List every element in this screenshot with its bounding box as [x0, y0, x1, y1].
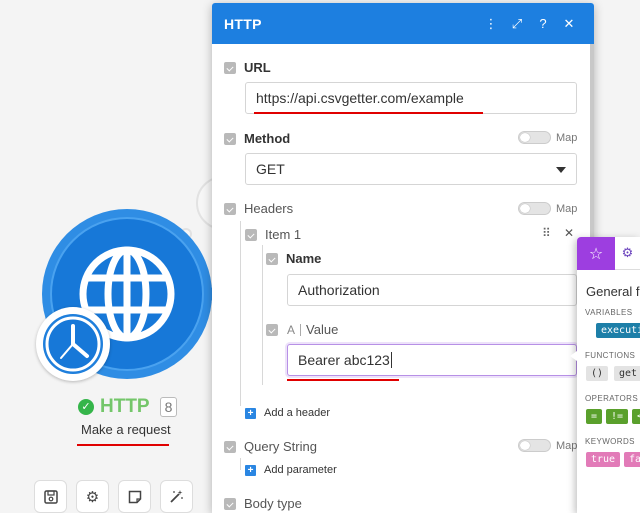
item-1-collapse-checkbox[interactable] [245, 228, 257, 241]
help-icon[interactable]: ? [530, 16, 556, 31]
header-item-1[interactable]: Item 1 [245, 227, 301, 242]
query-section-header[interactable]: Query String [224, 439, 317, 454]
operator-pill-less[interactable]: < [632, 409, 640, 424]
schedule-clock-badge[interactable] [36, 307, 110, 381]
query-label: Query String [244, 439, 317, 454]
gear-icon: ⚙ [85, 488, 100, 506]
headers-map-switch[interactable] [518, 202, 551, 215]
drag-handle-icon[interactable]: ⠿ [542, 226, 551, 240]
plus-icon: + [245, 464, 256, 476]
body-label: Body type [244, 496, 302, 511]
mapping-panel: ☆ ⚙ General f VARIABLES executi FUNCTION… [577, 237, 640, 513]
more-options-icon[interactable]: ⋮ [478, 16, 504, 32]
query-tree-line [240, 458, 241, 470]
chevron-down-icon [556, 167, 566, 173]
header-value-row[interactable]: A Value [266, 322, 338, 337]
note-icon [128, 490, 141, 503]
function-pill-get[interactable]: get [614, 366, 640, 381]
functions-section-label: FUNCTIONS [585, 351, 636, 360]
url-underline [254, 112, 483, 114]
add-header-label: Add a header [264, 407, 331, 419]
http-module-panel: HTTP ⋮ ⤢ ? ✕ URL https://api.csvgetter.c… [212, 3, 594, 513]
module-subtitle: Make a request [81, 422, 171, 437]
url-section-header[interactable]: URL [224, 60, 271, 75]
notes-button[interactable] [118, 480, 151, 513]
panel-header: HTTP ⋮ ⤢ ? ✕ [212, 3, 594, 44]
headers-section-header[interactable]: Headers [224, 201, 293, 216]
operator-pill-equals[interactable]: = [586, 409, 603, 424]
method-map-switch[interactable] [518, 131, 551, 144]
star-icon: ☆ [588, 245, 604, 263]
method-select-value: GET [256, 161, 285, 177]
add-parameter-button[interactable]: + Add parameter [245, 464, 337, 476]
remove-item-icon[interactable]: ✕ [564, 226, 574, 240]
value-collapse-checkbox[interactable] [266, 323, 278, 336]
text-cursor [390, 352, 392, 368]
method-label: Method [244, 131, 291, 146]
header-name-row[interactable]: Name [266, 251, 321, 266]
url-input[interactable]: https://api.csvgetter.com/example [245, 82, 577, 114]
operator-pill-not-equals[interactable]: != [606, 409, 629, 424]
name-collapse-checkbox[interactable] [266, 252, 278, 265]
method-select[interactable]: GET [245, 153, 577, 185]
query-map-switch[interactable] [518, 439, 551, 452]
subtitle-underline [77, 444, 169, 446]
type-separator [300, 323, 302, 336]
add-parameter-label: Add parameter [264, 464, 337, 476]
panel-title: HTTP [224, 15, 262, 32]
header-value-text: Bearer abc123 [298, 352, 390, 368]
headers-tree-line [240, 221, 241, 406]
module-name: HTTP [100, 396, 150, 417]
headers-collapse-checkbox[interactable] [224, 202, 236, 215]
method-map-toggle[interactable]: Map [518, 131, 577, 144]
query-map-toggle[interactable]: Map [518, 439, 577, 452]
module-title: ✓ HTTP 8 [78, 396, 178, 418]
header-value-label: Value [306, 322, 339, 337]
item-1-label: Item 1 [265, 227, 302, 242]
method-map-label: Map [556, 131, 578, 144]
headers-map-label: Map [556, 202, 578, 215]
favorites-tab[interactable]: ☆ [577, 237, 615, 270]
query-collapse-checkbox[interactable] [224, 440, 236, 453]
save-icon [43, 489, 58, 504]
keywords-section-label: KEYWORDS [585, 437, 635, 446]
keyword-pill-false[interactable]: fa [624, 452, 640, 467]
module-count-badge: 8 [159, 397, 178, 417]
url-label: URL [244, 60, 271, 75]
value-underline [287, 379, 399, 381]
mapping-panel-tabs: ☆ ⚙ [577, 237, 640, 270]
plus-icon: + [245, 407, 256, 419]
item-tree-line [262, 245, 263, 385]
save-button[interactable] [34, 480, 67, 513]
body-collapse-checkbox[interactable] [224, 497, 236, 510]
magic-wand-icon [170, 490, 183, 503]
mapping-panel-pointer [570, 351, 577, 361]
success-check-icon: ✓ [78, 399, 94, 415]
close-icon[interactable]: ✕ [556, 16, 582, 32]
url-collapse-checkbox[interactable] [224, 61, 236, 74]
header-value-input[interactable]: Bearer abc123 [287, 344, 577, 376]
variable-pill[interactable]: executi [596, 323, 640, 338]
mapping-panel-title: General f [586, 284, 640, 299]
keyword-pill-true[interactable]: true [586, 452, 621, 467]
text-type-icon: A [287, 322, 296, 337]
add-header-button[interactable]: + Add a header [245, 407, 330, 419]
variables-section-label: VARIABLES [585, 308, 633, 317]
header-name-label: Name [286, 251, 322, 266]
method-section-header[interactable]: Method [224, 131, 290, 146]
function-pill-parens[interactable]: () [586, 366, 609, 381]
general-tab[interactable]: ⚙ [615, 237, 640, 270]
operators-section-label: OPERATORS [585, 394, 639, 403]
expand-icon[interactable]: ⤢ [504, 16, 530, 32]
headers-map-toggle[interactable]: Map [518, 202, 577, 215]
clock-icon [43, 314, 103, 374]
body-section-header[interactable]: Body type [224, 496, 302, 511]
gear-icon: ⚙ [621, 245, 634, 260]
query-map-label: Map [556, 439, 578, 452]
magic-button[interactable] [160, 480, 193, 513]
header-name-input[interactable]: Authorization [287, 274, 577, 306]
settings-button[interactable]: ⚙ [76, 480, 109, 513]
method-collapse-checkbox[interactable] [224, 132, 236, 145]
headers-label: Headers [244, 201, 294, 216]
